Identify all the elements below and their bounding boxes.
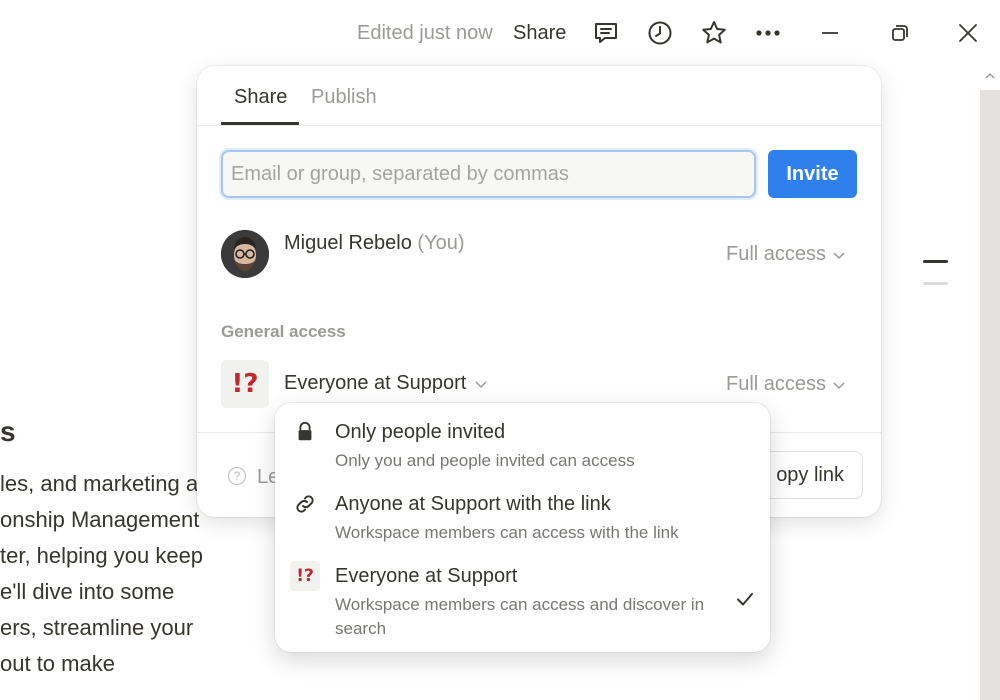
chevron-down-icon	[475, 380, 487, 388]
general-access-label: General access	[221, 322, 346, 341]
document-line: ter, helping you keep	[0, 543, 204, 568]
workspace-name: Everyone at Support	[284, 372, 467, 394]
menu-item-description: Only you and people invited can access	[335, 451, 635, 470]
menu-item-description: Workspace members can access with the li…	[335, 523, 679, 542]
close-icon[interactable]	[953, 18, 983, 48]
workspace-icon-glyph: !?	[296, 566, 314, 586]
tab-publish[interactable]: Publish	[311, 86, 377, 109]
outline-mark-active[interactable]	[923, 260, 948, 263]
menu-item-anyone-with-link[interactable]: Anyone at Support with the link Workspac…	[275, 475, 770, 547]
help-icon[interactable]: ?	[228, 467, 246, 485]
menu-item-title: Anyone at Support with the link	[335, 493, 611, 515]
outline-mark[interactable]	[923, 282, 948, 285]
checkmark-icon	[737, 593, 753, 606]
document-line: e'll dive into some	[0, 579, 175, 604]
workspace-icon: !?	[290, 561, 320, 591]
share-button[interactable]: Share	[513, 22, 566, 45]
tab-share[interactable]: Share	[234, 86, 287, 109]
general-access-menu: Only people invited Only you and people …	[275, 403, 770, 652]
comments-icon[interactable]	[591, 18, 621, 48]
menu-item-description: Workspace members can access and discove…	[335, 595, 705, 638]
menu-item-title: Only people invited	[335, 421, 506, 443]
chevron-down-icon	[833, 381, 845, 389]
workspace-icon-glyph: !?	[231, 369, 259, 399]
menu-item-title: Everyone at Support	[335, 565, 518, 587]
more-icon[interactable]	[753, 18, 783, 48]
scrollbar-track[interactable]	[980, 90, 1000, 700]
restore-icon[interactable]	[884, 18, 914, 48]
invite-email-input[interactable]	[221, 150, 756, 198]
general-access-dropdown[interactable]: Everyone at Support	[284, 372, 488, 395]
edited-status: Edited just now	[357, 22, 493, 44]
you-label: (You)	[417, 232, 465, 254]
user-access-label: Full access	[726, 243, 827, 265]
document-heading: s	[0, 416, 16, 447]
document-line: onship Management	[0, 507, 200, 532]
chevron-down-icon	[833, 251, 845, 259]
top-bar: Edited just now Share	[0, 0, 1000, 66]
lock-icon	[290, 417, 320, 447]
tab-divider	[197, 125, 881, 126]
history-icon[interactable]	[645, 18, 675, 48]
invite-button[interactable]: Invite	[768, 150, 857, 198]
menu-item-only-invited[interactable]: Only people invited Only you and people …	[275, 403, 770, 475]
document-line: les, and marketing a	[0, 471, 199, 496]
avatar	[221, 230, 269, 278]
user-name: Miguel Rebelo (You)	[284, 232, 465, 255]
link-icon	[290, 489, 320, 519]
workspace-access-label: Full access	[726, 373, 827, 395]
minimize-icon[interactable]	[815, 18, 845, 48]
workspace-icon-badge: !?	[290, 561, 320, 591]
user-access-dropdown[interactable]: Full access	[726, 243, 846, 266]
document-line: out to make	[0, 651, 115, 676]
workspace-access-dropdown[interactable]: Full access	[726, 373, 846, 396]
user-name-text: Miguel Rebelo	[284, 232, 412, 254]
star-icon[interactable]	[699, 18, 729, 48]
workspace-icon: !?	[221, 360, 269, 408]
document-line: ers, streamline your	[0, 615, 194, 640]
scroll-up-arrow-icon[interactable]	[984, 70, 996, 82]
menu-item-everyone-at-support[interactable]: !? Everyone at Support Workspace members…	[275, 547, 770, 652]
